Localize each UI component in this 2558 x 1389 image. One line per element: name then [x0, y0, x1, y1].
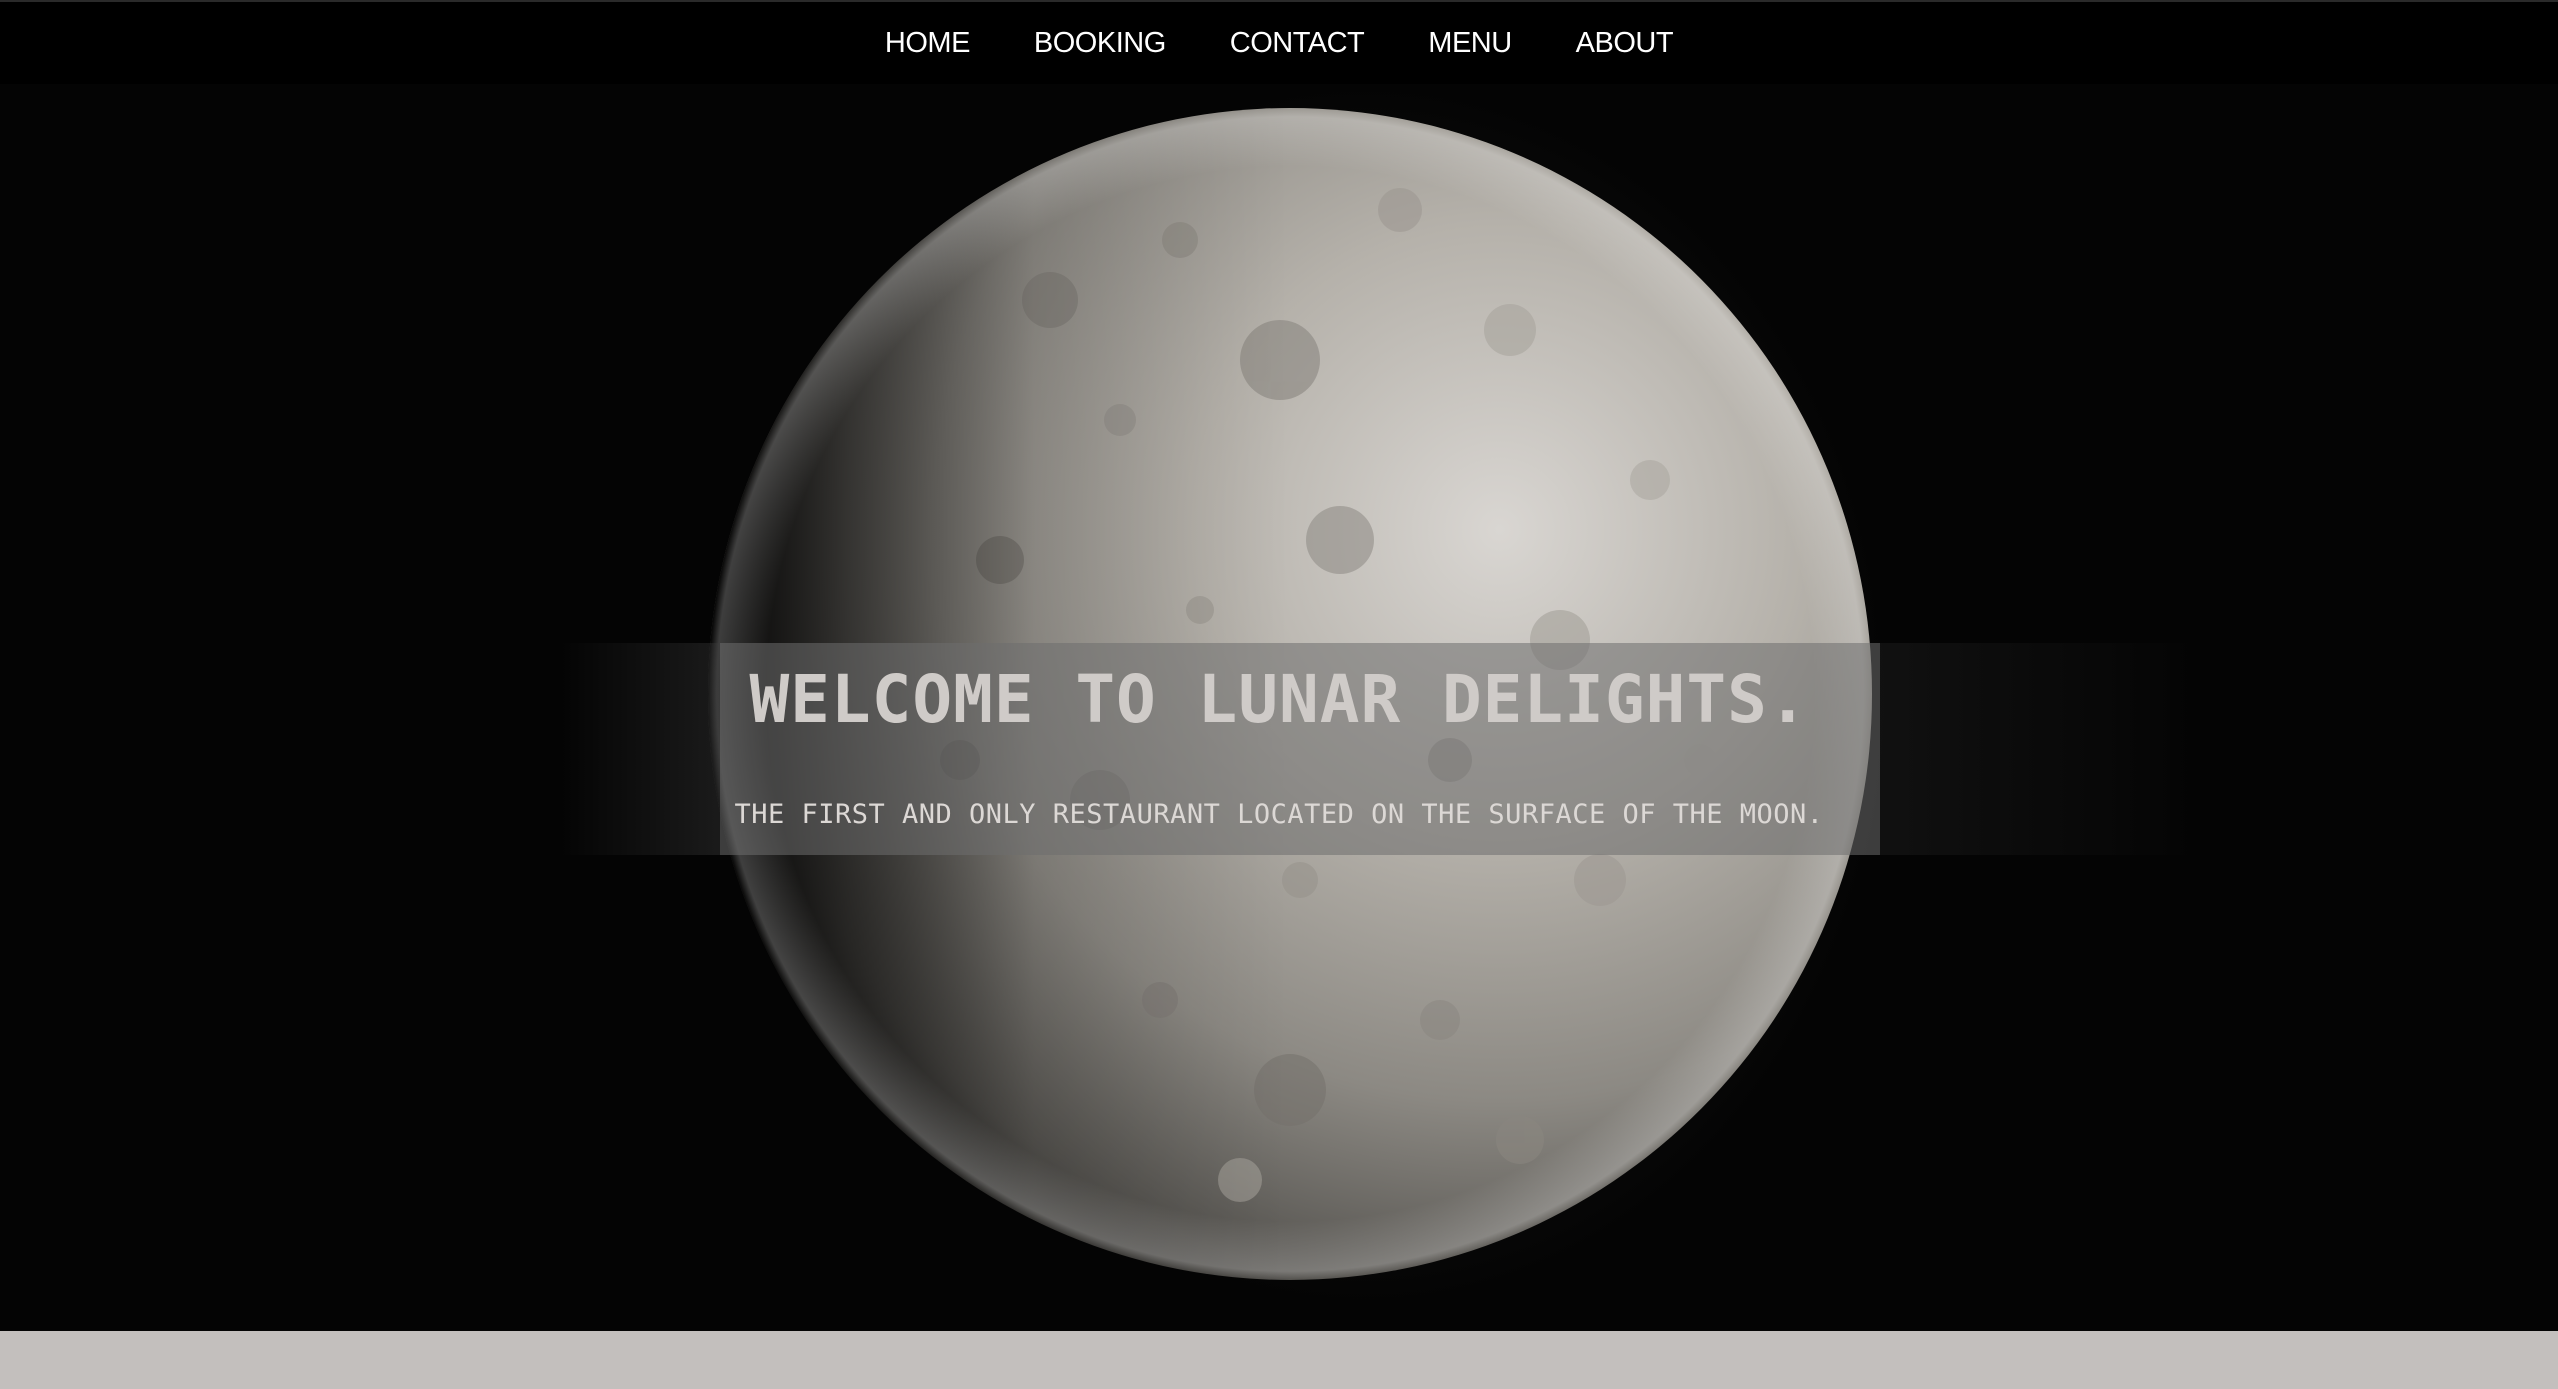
top-navigation: HOME BOOKING CONTACT MENU ABOUT [0, 2, 2558, 84]
hero-section: HOME BOOKING CONTACT MENU ABOUT WELCOME … [0, 0, 2558, 1331]
footer-band [0, 1331, 2558, 1389]
page: HOME BOOKING CONTACT MENU ABOUT WELCOME … [0, 0, 2558, 1389]
nav-about-link[interactable]: ABOUT [1544, 2, 1705, 84]
nav-home-link[interactable]: HOME [853, 2, 1002, 84]
hero-subtitle: THE FIRST AND ONLY RESTAURANT LOCATED ON… [734, 799, 1824, 830]
nav-booking-link[interactable]: BOOKING [1002, 2, 1198, 84]
nav-menu-link[interactable]: MENU [1396, 2, 1543, 84]
hero-title: WELCOME TO LUNAR DELIGHTS. [749, 661, 1809, 738]
nav-contact-link[interactable]: CONTACT [1198, 2, 1397, 84]
